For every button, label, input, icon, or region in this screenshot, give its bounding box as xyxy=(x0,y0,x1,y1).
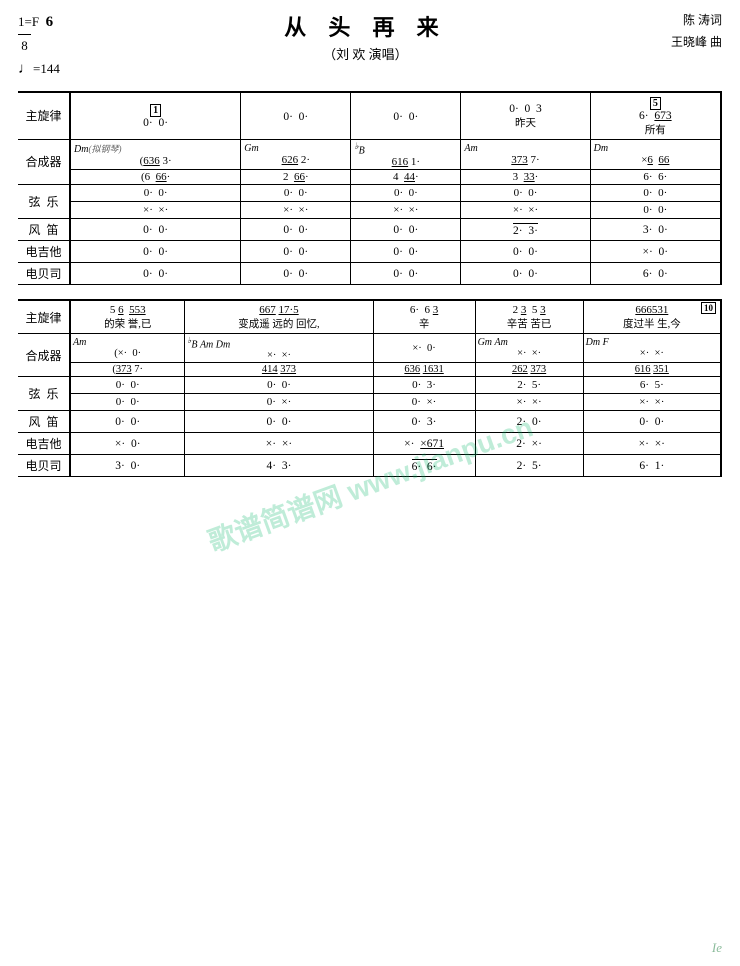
lyric: 的荣 誉,已 xyxy=(73,316,182,331)
m3-melody-2: 6· 6 3 辛 xyxy=(373,300,475,334)
strings-row-lower: ×· ×· ×· ×· ×· ×· ×· ×· 0· 0· xyxy=(18,202,721,219)
synth-row: 合成器 Dm(拟钢琴) (636 3· Gm 626 2· ♭B 616 1· … xyxy=(18,139,721,169)
lyric: 所有 xyxy=(595,122,716,137)
m4-melody: 0· 0 3 昨天 xyxy=(461,92,590,140)
label-flute: 风 笛 xyxy=(18,219,70,241)
lyric: 度过半 生,今 xyxy=(586,316,718,331)
m5-melody: 5 6· 673 所有 xyxy=(590,92,721,140)
lyric: 辛 xyxy=(376,316,473,331)
guitar-row-2: 电吉他 ×· 0· ×· ×· ×· ×671 2· ×· ×· ×· xyxy=(18,433,721,455)
s5-lower: 6· 6· xyxy=(590,170,721,185)
strings2-lower: 0· 0· 0· ×· 0· ×· ×· ×· ×· ×· xyxy=(18,394,721,411)
composer: 王晓峰 曲 xyxy=(671,32,722,54)
s4-lower: 3 33· xyxy=(461,170,590,185)
note: 0· 0· xyxy=(393,111,418,123)
header-left: 1=F 6 8 ♩=144 xyxy=(18,10,60,85)
rehearsal-10: 10 xyxy=(701,302,716,314)
label-strings-2: 弦 乐 xyxy=(18,377,70,411)
m5-melody-2: 10 666531 度过半 生,今 xyxy=(583,300,721,334)
synth2-upper: 合成器 Am (×· 0· ♭B Am Dm ×· ×· ×· 0· Gm Am… xyxy=(18,334,721,363)
section-2: 主旋律 5 6 553 的荣 誉,已 667 17·5 变成遥 远的 回忆, 6… xyxy=(18,299,722,477)
chord: Dm xyxy=(594,143,717,154)
m4-melody-2: 2 3 5 3 辛苦 苦已 xyxy=(475,300,583,334)
key-signature: 1=F 6 8 xyxy=(18,10,60,57)
m2-melody-2: 667 17·5 变成遥 远的 回忆, xyxy=(185,300,373,334)
s1-lower: (6 66· xyxy=(70,170,241,185)
m1-melody-2: 5 6 553 的荣 誉,已 xyxy=(70,300,185,334)
lyric: 昨天 xyxy=(465,115,585,130)
synth-row-lower: (6 66· 2 66· 4 44· 3 33· 6· 6· xyxy=(18,170,721,185)
chord: ♭B xyxy=(354,141,457,156)
label-melody: 主旋律 xyxy=(18,92,70,140)
m2-melody: 0· 0· xyxy=(241,92,351,140)
strings2-upper: 弦 乐 0· 0· 0· 0· 0· 3· 2· 5· 6· 5· xyxy=(18,377,721,394)
s2-lower: 2 66· xyxy=(241,170,351,185)
chord: Dm(拟钢琴) xyxy=(74,142,237,155)
chord: Gm xyxy=(244,143,347,154)
note: 0· 0· xyxy=(143,117,168,129)
label-guitar-2: 电吉他 xyxy=(18,433,70,455)
s5-upper: Dm ×6 66 xyxy=(590,139,721,169)
lyric: 变成遥 远的 回忆, xyxy=(187,316,370,331)
label-guitar: 电吉他 xyxy=(18,241,70,263)
label-bass: 电贝司 xyxy=(18,263,70,285)
melody-row-1: 主旋律 1 0· 0· 0· 0· 0· 0· 0· 0 3 昨天 5 xyxy=(18,92,721,140)
title-block: 从 头 再 来 （刘 欢 演唱） xyxy=(60,10,671,63)
song-title: 从 头 再 来 xyxy=(60,10,671,42)
flute-row-2: 风 笛 0· 0· 0· 0· 0· 3· 2· 0· 0· 0· xyxy=(18,411,721,433)
label-flute-2: 风 笛 xyxy=(18,411,70,433)
label-melody-2: 主旋律 xyxy=(18,300,70,334)
label-bass-2: 电贝司 xyxy=(18,455,70,477)
chord: Am xyxy=(464,143,586,154)
s2-upper: Gm 626 2· xyxy=(241,139,351,169)
performer: （刘 欢 演唱） xyxy=(60,44,671,63)
note: 0· 0· xyxy=(283,111,308,123)
lyric: 辛苦 苦已 xyxy=(478,316,581,331)
bass-row-2: 电贝司 3· 0· 4· 3· 6· 6· 2· 5· 6· 1· xyxy=(18,455,721,477)
m1-melody: 1 0· 0· xyxy=(70,92,241,140)
rehearsal-5: 5 xyxy=(650,97,661,110)
lyricist: 陈 涛词 xyxy=(671,10,722,32)
note: 0· 0 3 xyxy=(509,103,542,115)
melody-row-2: 主旋律 5 6 553 的荣 誉,已 667 17·5 变成遥 远的 回忆, 6… xyxy=(18,300,721,334)
synth2-lower: (373 7· 414 373 636 1631 262 373 616 351 xyxy=(18,363,721,377)
s4-upper: Am 373 7· xyxy=(461,139,590,169)
section-1: 主旋律 1 0· 0· 0· 0· 0· 0· 0· 0 3 昨天 5 xyxy=(18,91,722,285)
label-strings: 弦 乐 xyxy=(18,185,70,219)
credits: 陈 涛词 王晓峰 曲 xyxy=(671,10,722,53)
s3-upper: ♭B 616 1· xyxy=(351,139,461,169)
tempo: ♩=144 xyxy=(18,57,60,81)
s3-lower: 4 44· xyxy=(351,170,461,185)
bass-row: 电贝司 0· 0· 0· 0· 0· 0· 0· 0· 6· 0· xyxy=(18,263,721,285)
s1-upper: Dm(拟钢琴) (636 3· xyxy=(70,139,241,169)
label-synth: 合成器 xyxy=(18,139,70,184)
label-synth-2: 合成器 xyxy=(18,334,70,377)
note: 6· 673 xyxy=(639,110,672,122)
strings-row-upper: 弦 乐 0· 0· 0· 0· 0· 0· 0· 0· 0· 0· xyxy=(18,185,721,202)
flute-row: 风 笛 0· 0· 0· 0· 0· 0· 2· 3· 3· 0· xyxy=(18,219,721,241)
bottom-watermark: Ie xyxy=(712,940,722,956)
m3-melody: 0· 0· xyxy=(351,92,461,140)
guitar-row: 电吉他 0· 0· 0· 0· 0· 0· 0· 0· ×· 0· xyxy=(18,241,721,263)
header: 1=F 6 8 ♩=144 从 头 再 来 （刘 欢 演唱） 陈 涛词 王晓峰 … xyxy=(18,10,722,85)
page: 歌谱简谱网 www.jianpu.cn 1=F 6 8 ♩=144 从 头 再 … xyxy=(0,0,740,966)
rehearsal-1: 1 xyxy=(150,104,161,117)
